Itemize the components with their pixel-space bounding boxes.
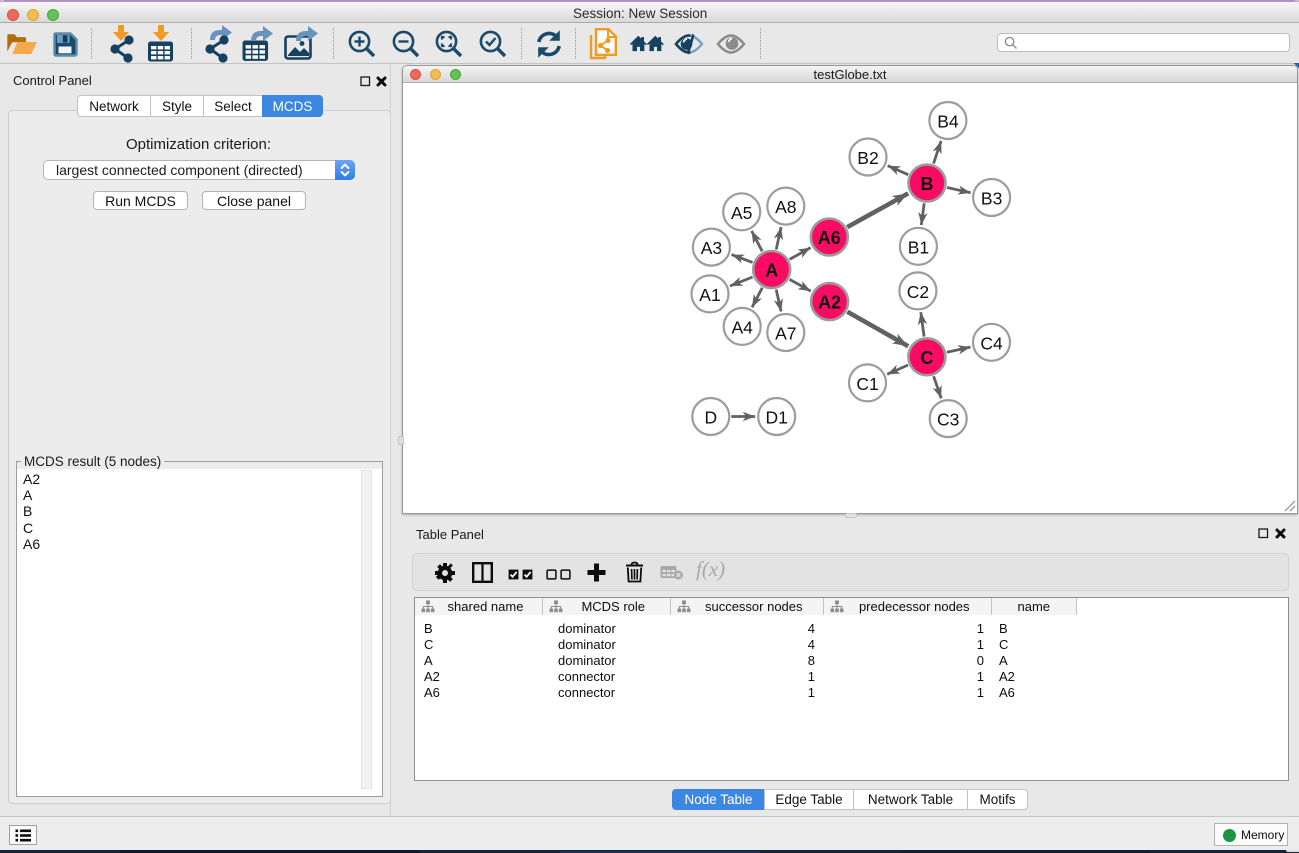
svg-text:A6: A6 — [818, 228, 841, 248]
svg-text:C2: C2 — [907, 282, 929, 302]
svg-text:C: C — [920, 348, 933, 368]
svg-text:B2: B2 — [857, 148, 878, 168]
svg-text:A1: A1 — [699, 285, 720, 305]
svg-text:A3: A3 — [701, 238, 722, 258]
svg-text:A7: A7 — [775, 324, 796, 344]
svg-text:D1: D1 — [766, 408, 788, 428]
svg-text:A5: A5 — [731, 203, 752, 223]
svg-text:A8: A8 — [775, 197, 796, 217]
svg-text:B: B — [921, 174, 934, 194]
svg-text:C3: C3 — [937, 410, 959, 430]
svg-text:B4: B4 — [937, 112, 959, 132]
svg-text:B1: B1 — [908, 237, 929, 257]
svg-text:A: A — [765, 261, 778, 281]
svg-text:D: D — [704, 408, 717, 428]
svg-text:C1: C1 — [856, 374, 878, 394]
svg-text:A2: A2 — [818, 293, 841, 313]
svg-text:A4: A4 — [731, 317, 753, 337]
svg-text:C4: C4 — [980, 333, 1003, 353]
svg-text:B3: B3 — [981, 189, 1002, 209]
